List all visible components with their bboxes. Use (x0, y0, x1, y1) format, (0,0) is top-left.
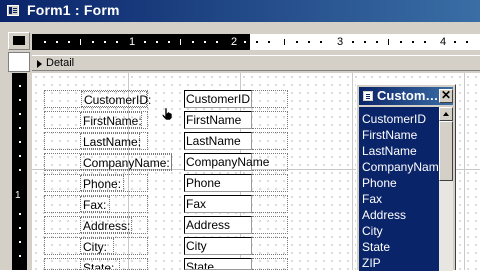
field-list-titlebar[interactable]: Custom… ✕ (359, 87, 453, 105)
vruler-mark: 1 (15, 190, 21, 201)
textbox-frame[interactable] (252, 90, 288, 108)
field-list-item[interactable]: Phone (362, 175, 397, 191)
field-list-title: Custom… (377, 88, 439, 103)
field-textbox[interactable]: CompanyName (184, 153, 269, 171)
field-list-window[interactable]: Custom… ✕ CustomerID FirstName LastName … (356, 84, 456, 271)
textbox-frame[interactable] (252, 132, 288, 150)
detail-section-bar[interactable]: Detail (32, 55, 480, 71)
textbox-frame[interactable] (252, 195, 288, 213)
field-textbox[interactable]: Address (184, 216, 252, 234)
field-list-item[interactable]: CustomerID (362, 111, 426, 127)
field-list-item[interactable]: City (362, 223, 383, 239)
textbox-frame[interactable] (252, 111, 288, 129)
ruler-mark: 1 (129, 36, 136, 48)
form-icon[interactable] (7, 5, 19, 16)
field-label[interactable]: State: (80, 259, 120, 270)
field-textbox[interactable]: State (184, 258, 252, 270)
field-list-item[interactable]: CompanyName (362, 159, 445, 175)
field-textbox[interactable]: Fax (184, 195, 252, 213)
field-label[interactable]: Phone: (80, 175, 124, 191)
ruler-mark: 3 (337, 36, 344, 48)
textbox-frame[interactable] (252, 237, 288, 255)
textbox-frame[interactable] (252, 216, 288, 234)
field-label[interactable]: FirstName: (80, 112, 142, 128)
vertical-ruler[interactable]: 1 (12, 73, 27, 270)
field-list-scrollbar[interactable] (439, 107, 453, 271)
field-label[interactable]: CompanyName: (80, 154, 172, 170)
field-label[interactable]: City: (80, 238, 114, 254)
field-label[interactable]: Address: (80, 217, 132, 233)
close-icon[interactable]: ✕ (439, 89, 453, 103)
field-list-body[interactable]: CustomerID FirstName LastName CompanyNam… (359, 107, 453, 271)
field-label[interactable]: Fax: (80, 196, 110, 212)
scroll-thumb[interactable] (439, 121, 453, 181)
textbox-frame[interactable] (252, 258, 288, 270)
field-textbox[interactable]: LastName (184, 132, 252, 150)
field-list-item[interactable]: FirstName (362, 127, 417, 143)
textbox-frame[interactable] (252, 153, 288, 171)
window-titlebar[interactable]: Form1 : Form (0, 0, 480, 22)
hand-cursor-icon (161, 107, 173, 121)
field-list-item[interactable]: Address (362, 207, 406, 223)
field-textbox[interactable]: CustomerID (184, 90, 252, 108)
field-label[interactable]: LastName: (80, 133, 141, 149)
field-textbox[interactable]: City (184, 237, 252, 255)
field-list-icon (363, 91, 373, 101)
section-selector[interactable] (8, 52, 30, 72)
field-list-item[interactable]: LastName (362, 143, 417, 159)
section-arrow-icon (37, 60, 42, 68)
textbox-frame[interactable] (252, 174, 288, 192)
field-list-item[interactable]: Fax (362, 191, 382, 207)
horizontal-ruler[interactable]: 1 2 3 4 (32, 34, 480, 50)
field-label[interactable]: CustomerID: (81, 91, 151, 107)
ruler-mark: 2 (231, 36, 238, 48)
field-list-item[interactable]: ZIP (362, 255, 381, 271)
window-title: Form1 : Form (27, 2, 120, 18)
field-textbox[interactable]: FirstName (184, 111, 252, 129)
scroll-up-icon[interactable] (439, 107, 453, 121)
field-textbox[interactable]: Phone (184, 174, 252, 192)
field-list-item[interactable]: State (362, 239, 390, 255)
form-selector[interactable] (8, 32, 30, 50)
section-label: Detail (46, 57, 75, 69)
ruler-mark: 4 (440, 36, 447, 48)
